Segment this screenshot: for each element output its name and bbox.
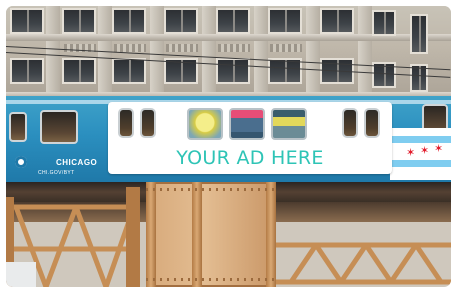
- train-window: [40, 110, 78, 144]
- building-facade: [6, 6, 451, 110]
- building-window: [410, 14, 428, 54]
- truss-beam: [288, 243, 319, 284]
- banner-train-window: [140, 108, 156, 138]
- building-window: [268, 8, 302, 34]
- building-ornament: [218, 44, 250, 52]
- building-window: [216, 8, 250, 34]
- building-window: [112, 8, 146, 34]
- truss-beam: [413, 243, 444, 284]
- girder-rivets: [146, 188, 276, 191]
- train-wrap-url-text: CHI.GOV/BYT: [38, 170, 75, 176]
- cta-logo-icon: [15, 156, 27, 168]
- girder-rivets: [146, 278, 276, 281]
- ad-thumbnail-image: [187, 108, 223, 140]
- building-window: [320, 8, 354, 34]
- flag-star-icon: ✶: [434, 143, 444, 155]
- banner-train-window: [118, 108, 134, 138]
- building-window: [10, 8, 44, 34]
- girder-post: [146, 182, 156, 287]
- ad-thumbnail-image: [271, 108, 307, 140]
- building-window: [216, 58, 250, 84]
- flag-star-icon: ✶: [406, 147, 416, 159]
- building-ornament: [114, 44, 146, 52]
- truss-beam: [313, 243, 344, 284]
- truss-beam: [388, 243, 419, 284]
- building-ornament: [166, 44, 198, 52]
- building-ornament: [270, 44, 302, 52]
- ad-thumbnail-image: [229, 108, 265, 140]
- photo-scene: CHICAGO CHI.GOV/BYT ✶ ✶ ✶ YOUR AD HERE: [6, 6, 451, 287]
- banner-train-window: [342, 108, 358, 138]
- truss-beam: [338, 243, 369, 284]
- building-window: [62, 58, 96, 84]
- building-window: [164, 8, 198, 34]
- girder-post: [192, 182, 202, 287]
- truss-column: [126, 187, 140, 287]
- building-window: [112, 58, 146, 84]
- train-wrap-city-text: CHICAGO: [56, 158, 98, 167]
- girder-plate: [146, 182, 276, 287]
- banner-train-window: [364, 108, 380, 138]
- train-window: [9, 112, 27, 142]
- vehicle-roof: [6, 262, 36, 287]
- girder-post: [266, 182, 276, 287]
- building-window: [10, 58, 44, 84]
- chicago-flag-graphic: ✶ ✶ ✶: [390, 128, 451, 180]
- building-window: [62, 8, 96, 34]
- ad-headline: YOUR AD HERE: [176, 147, 324, 169]
- ad-banner: YOUR AD HERE: [108, 102, 392, 174]
- flag-star-icon: ✶: [420, 145, 430, 157]
- truss-beam: [363, 243, 394, 284]
- building-window: [372, 10, 396, 36]
